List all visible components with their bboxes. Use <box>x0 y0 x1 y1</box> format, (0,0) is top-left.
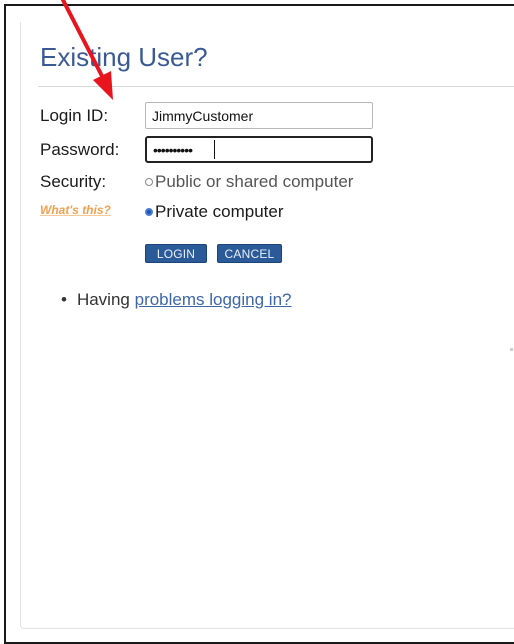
password-input[interactable] <box>145 136 373 163</box>
public-radio-button[interactable] <box>145 178 153 186</box>
login-button[interactable]: LOGIN <box>145 244 207 263</box>
password-label: Password: <box>40 140 120 159</box>
problems-logging-in-link[interactable]: problems logging in? <box>135 290 292 309</box>
public-option-label: Public or shared computer <box>155 172 354 191</box>
security-label: Security: <box>40 172 107 191</box>
private-computer-option[interactable]: Private computer <box>145 202 284 222</box>
existing-user-panel: Existing User? Login ID: Password: Secur… <box>20 22 514 629</box>
public-computer-option[interactable]: Public or shared computer <box>145 172 353 192</box>
help-list-item: • Having problems logging in? <box>61 290 292 310</box>
scroll-nub <box>510 348 513 351</box>
page-title: Existing User? <box>40 42 208 72</box>
title-divider <box>38 86 514 87</box>
cancel-button[interactable]: CANCEL <box>217 244 282 263</box>
private-option-label: Private computer <box>155 202 284 221</box>
help-prefix: Having <box>76 290 130 309</box>
login-id-input[interactable] <box>145 102 373 129</box>
bullet-icon: • <box>61 290 67 309</box>
private-radio-button[interactable] <box>145 208 153 216</box>
whats-this-link[interactable]: What's this? <box>40 203 111 217</box>
text-cursor <box>214 140 215 159</box>
login-id-label: Login ID: <box>40 106 109 125</box>
